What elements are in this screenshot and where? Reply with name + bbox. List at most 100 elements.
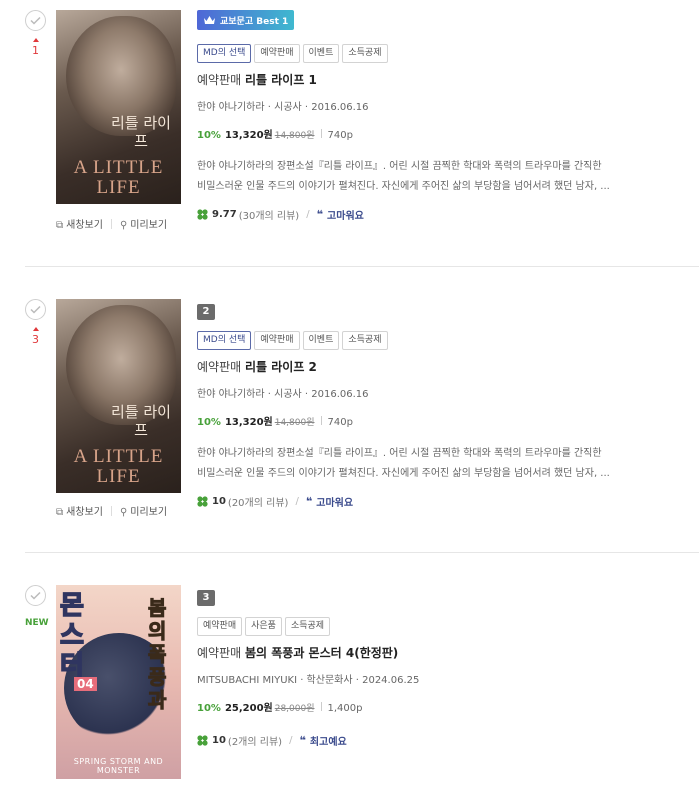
rank-label: 3 [32, 333, 39, 346]
title-prefix: 예약판매 [197, 360, 242, 374]
preview-link[interactable]: ⚲ 미리보기 [120, 503, 167, 518]
tag-list: MD의 선택 예약판매 이벤트 소득공제 [197, 331, 677, 350]
cover-volume: 04 [74, 677, 97, 691]
tag-list: 예약판매 사은품 소득공제 [197, 617, 677, 636]
page-count: 740p [327, 417, 353, 428]
title-prefix: 예약판매 [197, 646, 242, 660]
rank-up-icon [32, 38, 39, 42]
cover-title-ko: 리틀 라이프 [111, 114, 171, 150]
cover-actions: ⧉ 새창보기 ⚲ 미리보기 [56, 216, 167, 231]
tag-preorder[interactable]: 예약판매 [197, 617, 243, 636]
original-price: 28,000원 [274, 704, 315, 714]
book-cover[interactable]: 리틀 라이프 A LITTLE LIFE [56, 299, 181, 493]
tag-md-pick[interactable]: MD의 선택 [197, 44, 252, 63]
cover-title-en: A LITTLE LIFE [73, 157, 164, 198]
preview-link[interactable]: ⚲ 미리보기 [120, 216, 167, 231]
quote-icon: ❝ [305, 495, 313, 508]
external-link-icon: ⧉ [56, 220, 64, 231]
cover-title-ko: 리틀 라이프 [111, 403, 171, 439]
book-meta: 한야 야나기하라 · 시공사 · 2016.06.16 [197, 102, 369, 113]
review-score: 9.77 [212, 209, 237, 220]
sale-price: 25,200원 [224, 703, 273, 714]
rank-number-badge: 3 [197, 590, 215, 606]
review-score: 10 [212, 735, 226, 746]
tag-preorder[interactable]: 예약판매 [254, 44, 300, 63]
new-window-link[interactable]: ⧉ 새창보기 [56, 216, 103, 231]
select-checkbox[interactable] [25, 10, 46, 31]
discount-rate: 10% [197, 417, 221, 428]
book-meta: MITSUBACHI MIYUKI · 학산문화사 · 2024.06.25 [197, 675, 420, 686]
tag-tax-deduction[interactable]: 소득공제 [342, 331, 388, 350]
tag-event[interactable]: 이벤트 [302, 44, 340, 63]
new-window-link[interactable]: ⧉ 새창보기 [56, 503, 103, 518]
page-count: 1,400p [327, 703, 363, 714]
book-info: 2 MD의 선택 예약판매 이벤트 소득공제 예약판매 리틀 라이프 2 한야 … [197, 299, 677, 509]
discount-rate: 10% [197, 703, 221, 714]
best-badge: 교보문고 Best 1 [197, 10, 295, 30]
quote-icon: ❝ [299, 734, 306, 747]
external-link-icon: ⧉ [56, 507, 64, 518]
book-title: 리틀 라이프 1 [245, 73, 317, 87]
discount-rate: 10% [197, 130, 221, 141]
cover-title-en: A LITTLE LIFE [73, 446, 164, 487]
rank-indicator: NEW [25, 618, 49, 628]
tag-event[interactable]: 이벤트 [302, 331, 340, 350]
rank-indicator: 3 [25, 327, 46, 346]
price-row: 10% 25,200원 28,000원 1,400p [197, 699, 677, 714]
review-keyword: 고마워요 [327, 211, 364, 222]
select-checkbox[interactable] [25, 585, 46, 606]
tag-gift[interactable]: 사은품 [245, 617, 282, 636]
tag-tax-deduction[interactable]: 소득공제 [284, 617, 331, 636]
quote-icon: ❝ [316, 208, 324, 221]
cover-title-en: SPRING STORM AND MONSTER [73, 757, 164, 775]
search-icon: ⚲ [119, 507, 128, 518]
original-price: 14,800원 [274, 418, 315, 428]
rank-number-badge: 2 [197, 304, 215, 320]
review-row[interactable]: 10 (20개의 리뷰) / ❝ 고마워요 [197, 494, 677, 509]
page-count: 740p [327, 130, 353, 141]
price-row: 10% 13,320원 14,800원 740p [197, 126, 677, 141]
book-title: 봄의 폭풍과 몬스터 4(한정판) [245, 646, 399, 660]
sale-price: 13,320원 [224, 417, 273, 428]
cover-title-ko-2: 봄의 폭풍과 [148, 596, 167, 712]
tag-list: MD의 선택 예약판매 이벤트 소득공제 [197, 44, 677, 63]
rank-indicator: 1 [25, 38, 46, 57]
tag-preorder[interactable]: 예약판매 [254, 331, 300, 350]
book-description: 한야 야나기하라의 장편소설『리틀 라이프』. 어린 시절 끔찍한 학대와 폭력… [197, 448, 610, 479]
rank-up-icon [32, 327, 39, 331]
divider [25, 266, 699, 267]
book-cover[interactable]: 리틀 라이프 A LITTLE LIFE [56, 10, 181, 204]
search-icon: ⚲ [119, 220, 128, 231]
cover-title-ko: 몬스터 [59, 590, 84, 682]
clover-icon [197, 735, 208, 746]
review-row[interactable]: 10 (2개의 리뷰) / ❝ 최고예요 [197, 733, 677, 748]
price-row: 10% 13,320원 14,800원 740p [197, 413, 677, 428]
review-count: (30개의 리뷰) [238, 211, 300, 222]
clover-icon [197, 496, 208, 507]
review-row[interactable]: 9.77 (30개의 리뷰) / ❝ 고마워요 [197, 207, 677, 222]
book-info: 교보문고 Best 1 MD의 선택 예약판매 이벤트 소득공제 예약판매 리틀… [197, 10, 677, 222]
divider [25, 552, 699, 553]
book-title-link[interactable]: 예약판매 리틀 라이프 1 [197, 71, 677, 88]
crown-icon [204, 16, 215, 24]
book-description: 한야 야나기하라의 장편소설『리틀 라이프』. 어린 시절 끔찍한 학대와 폭력… [197, 161, 610, 192]
original-price: 14,800원 [274, 131, 315, 141]
select-checkbox[interactable] [25, 299, 46, 320]
review-keyword: 고마워요 [316, 498, 354, 509]
book-title-link[interactable]: 예약판매 리틀 라이프 2 [197, 358, 677, 375]
title-prefix: 예약판매 [197, 73, 242, 87]
tag-md-pick[interactable]: MD의 선택 [197, 331, 252, 350]
tag-tax-deduction[interactable]: 소득공제 [342, 44, 388, 63]
review-count: (20개의 리뷰) [227, 498, 289, 509]
book-info: 3 예약판매 사은품 소득공제 예약판매 봄의 폭풍과 몬스터 4(한정판) M… [197, 585, 677, 748]
review-score: 10 [212, 496, 226, 507]
cover-actions: ⧉ 새창보기 ⚲ 미리보기 [56, 503, 167, 518]
sale-price: 13,320원 [224, 130, 273, 141]
rank-label: NEW [25, 618, 49, 628]
book-title-link[interactable]: 예약판매 봄의 폭풍과 몬스터 4(한정판) [197, 644, 677, 661]
rank-label: 1 [32, 44, 39, 57]
clover-icon [197, 209, 208, 220]
book-meta: 한야 야나기하라 · 시공사 · 2016.06.16 [197, 389, 369, 400]
book-cover[interactable]: 몬스터 봄의 폭풍과 04 SPRING STORM AND MONSTER [56, 585, 181, 779]
review-keyword: 최고예요 [309, 737, 347, 748]
